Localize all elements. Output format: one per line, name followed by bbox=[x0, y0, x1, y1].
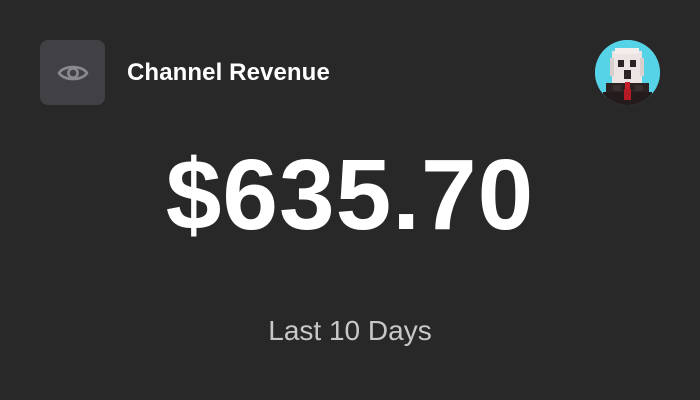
revenue-amount: $635.70 bbox=[165, 139, 535, 251]
user-avatar[interactable] bbox=[595, 40, 660, 105]
widget-title: Channel Revenue bbox=[127, 58, 330, 86]
visibility-toggle-button[interactable] bbox=[40, 40, 105, 105]
widget-header: Channel Revenue bbox=[40, 40, 660, 105]
revenue-widget: Channel Revenue $635.70 Last 10 Days bbox=[0, 0, 700, 400]
avatar-image bbox=[595, 40, 660, 105]
eye-icon bbox=[57, 65, 88, 80]
time-period-label: Last 10 Days bbox=[268, 315, 432, 346]
